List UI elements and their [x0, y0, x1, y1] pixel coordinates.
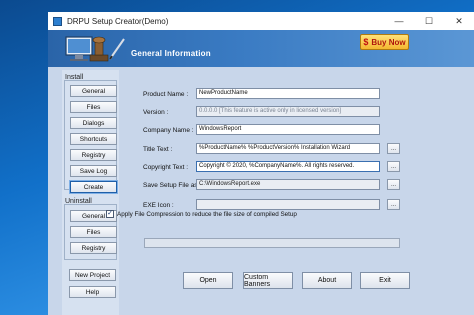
window-controls: — ☐ ✕ [384, 12, 474, 30]
title-bar: DRPU Setup Creator(Demo) — ☐ ✕ [48, 12, 474, 30]
progress-bar [144, 238, 400, 248]
uninstall-registry-button[interactable]: Registry [70, 242, 117, 254]
compression-label: Apply File Compression to reduce the fil… [117, 210, 297, 218]
install-shortcuts-button[interactable]: Shortcuts [70, 133, 117, 145]
title-text-browse-button[interactable]: ... [387, 143, 400, 154]
save-setup-file-label: Save Setup File as : [143, 182, 202, 189]
header-banner: General Information $ Buy Now [48, 30, 474, 67]
create-button[interactable]: Create [70, 181, 117, 193]
section-title: General Information [131, 49, 211, 58]
help-button[interactable]: Help [69, 286, 116, 298]
app-client-area: General Information $ Buy Now Install Ge… [48, 30, 474, 315]
open-button[interactable]: Open [183, 272, 233, 289]
company-name-field[interactable]: WindowsReport [196, 124, 380, 135]
new-project-button[interactable]: New Project [69, 269, 116, 281]
save-log-button[interactable]: Save Log [70, 165, 117, 177]
left-navigation-panel: Install General Files Dialogs Shortcuts … [62, 70, 119, 315]
uninstall-files-button[interactable]: Files [70, 226, 117, 238]
install-registry-button[interactable]: Registry [70, 149, 117, 161]
install-general-button[interactable]: General [70, 85, 117, 97]
compression-checkbox[interactable]: ✓ [106, 210, 114, 218]
app-icon [53, 16, 62, 26]
install-dialogs-button[interactable]: Dialogs [70, 117, 117, 129]
company-name-label: Company Name : [143, 127, 194, 134]
install-group: General Files Dialogs Shortcuts Registry… [64, 80, 117, 193]
dollar-icon: $ [363, 37, 369, 47]
about-button[interactable]: About [302, 272, 352, 289]
exit-button[interactable]: Exit [360, 272, 410, 289]
exe-icon-browse-button[interactable]: ... [387, 199, 400, 210]
save-setup-file-field[interactable]: C:\WindowsReport.exe [196, 179, 380, 190]
copyright-text-field[interactable]: Copyright © 2020, %CompanyName%. All rig… [196, 161, 380, 172]
copyright-text-browse-button[interactable]: ... [387, 161, 400, 172]
exe-icon-field[interactable] [196, 199, 380, 210]
copyright-text-label: Copyright Text : [143, 164, 189, 171]
custom-banners-button[interactable]: Custom Banners [243, 272, 293, 289]
install-files-button[interactable]: Files [70, 101, 117, 113]
window-title: DRPU Setup Creator(Demo) [67, 16, 169, 26]
title-text-label: Title Text : [143, 146, 173, 153]
product-name-field[interactable]: NewProductName [196, 88, 380, 99]
compression-option[interactable]: ✓ Apply File Compression to reduce the f… [106, 210, 297, 218]
buy-now-button[interactable]: $ Buy Now [360, 34, 409, 50]
maximize-button[interactable]: ☐ [414, 12, 444, 30]
product-name-label: Product Name : [143, 91, 189, 98]
computer-stamp-logo-icon [65, 36, 125, 62]
title-text-field[interactable]: %ProductName% %ProductVersion% Installat… [196, 143, 380, 154]
version-label: Version : [143, 109, 169, 116]
close-button[interactable]: ✕ [444, 12, 474, 30]
version-field: 0.0.0.0 [This feature is active only in … [196, 106, 380, 117]
general-information-form: Product Name : NewProductName Version : … [134, 75, 474, 250]
exe-icon-label: EXE Icon : [143, 202, 174, 209]
minimize-button[interactable]: — [384, 12, 414, 30]
buy-now-label: Buy Now [371, 37, 406, 47]
save-setup-browse-button[interactable]: ... [387, 179, 400, 190]
